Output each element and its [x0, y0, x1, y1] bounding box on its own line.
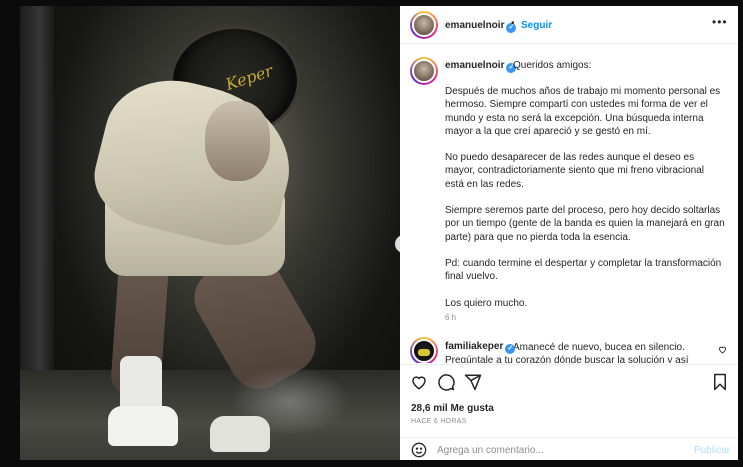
bookmark-icon[interactable] [712, 373, 728, 396]
heart-icon[interactable] [410, 373, 428, 396]
post-age[interactable]: HACE 6 HORAS [411, 418, 467, 425]
performer-head [205, 101, 270, 181]
caption-body: Después de muchos años de trabajo mi mom… [445, 85, 725, 323]
caption-paragraph: Los quiero mucho. [445, 297, 528, 309]
post-header: emanuelnoir ✓ • Seguir ••• [400, 6, 738, 44]
performer-shoe-left [108, 406, 178, 446]
avatar[interactable] [410, 337, 438, 363]
share-icon[interactable] [464, 373, 482, 396]
comments-scroll-area[interactable]: emanuelnoir ✓ Queridos amigos: Después de… [400, 45, 738, 363]
stage-smoke [230, 366, 350, 436]
username-text[interactable]: emanuelnoir [445, 60, 504, 71]
separator-dot: • [511, 18, 515, 29]
username-text[interactable]: familiakeper [445, 341, 503, 352]
emoji-icon[interactable] [411, 442, 427, 463]
avatar[interactable] [410, 57, 438, 85]
comment-username[interactable]: familiakeper ✓ [445, 341, 516, 354]
likes-count[interactable]: 28,6 mil Me gusta [411, 403, 494, 414]
publish-button[interactable]: Publicar [694, 445, 730, 456]
caption-username[interactable]: emanuelnoir ✓ [445, 60, 517, 73]
comment-input[interactable] [437, 442, 677, 458]
verified-icon: ✓ [505, 344, 516, 354]
post-actions: 28,6 mil Me gusta HACE 6 HORAS Publicar [400, 364, 738, 460]
username-text[interactable]: emanuelnoir [445, 20, 504, 31]
instagram-post-modal: Keper › emanuelnoir✓ • Seguir ••• [0, 0, 743, 467]
caption-timestamp[interactable]: 6 h [445, 313, 456, 322]
post-sidebar: emanuelnoir ✓ • Seguir ••• emanuelnoir ✓ Q… [400, 6, 738, 460]
add-comment-bar: Publicar [400, 437, 738, 461]
post-photo[interactable]: Keper › [20, 6, 400, 460]
caption-paragraph: Después de muchos años de trabajo mi mom… [445, 86, 721, 137]
caption-greeting: Queridos amigos: [513, 60, 592, 71]
more-icon[interactable]: ••• [712, 15, 728, 29]
comment-like-icon[interactable] [718, 345, 727, 357]
username-link[interactable]: emanuelnoir ✓ [445, 20, 517, 33]
caption-paragraph: Pd: cuando termine el despertar y comple… [445, 257, 722, 283]
caption-paragraph: No puedo desaparecer de las redes aunque… [445, 152, 705, 190]
comment-icon[interactable] [437, 373, 455, 396]
caption-paragraph: Siempre seremos parte del proceso, pero … [445, 205, 725, 243]
follow-button[interactable]: Seguir [521, 20, 552, 31]
avatar[interactable] [410, 11, 438, 39]
